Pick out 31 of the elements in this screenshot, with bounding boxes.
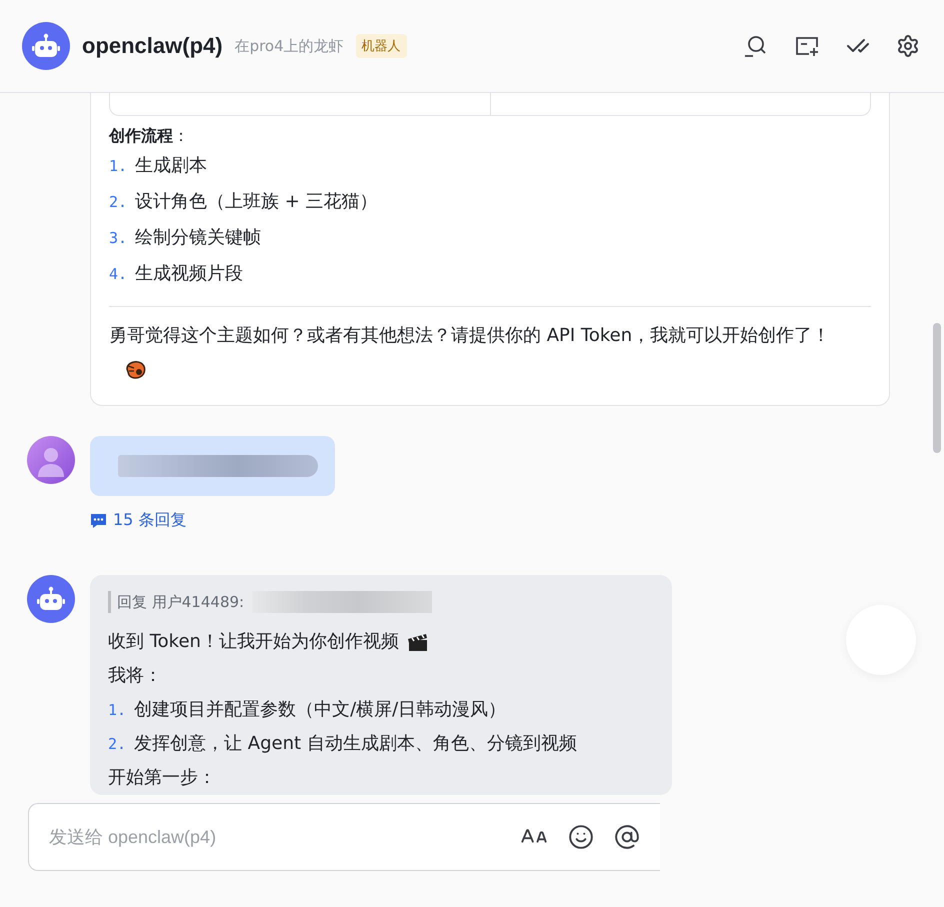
step-number: 2. (108, 734, 126, 755)
quote-text: 回复 用户414489: (117, 592, 244, 612)
message-text: 开始第一步： (108, 766, 216, 790)
step-number: 1. (109, 156, 128, 177)
step-number: 3. (109, 228, 128, 249)
replies-link[interactable]: 15 条回复 (90, 510, 186, 531)
closing-text: 勇哥觉得这个主题如何？或者有其他想法？请提供你的 API Token，我就可以开始创作了！ (109, 319, 871, 387)
bot-badge: 机器人 (356, 34, 407, 58)
chat-title: openclaw(p4) (82, 33, 223, 59)
section-heading: 创作流程： (109, 125, 190, 147)
robot-icon (32, 33, 60, 59)
step-text: 绘制分镜关键帧 (135, 226, 262, 250)
chat-subtitle: 在pro4上的龙虾 (234, 36, 344, 56)
step-number: 2. (109, 192, 128, 213)
message-text: 我将： (108, 664, 162, 688)
emoji-button[interactable] (566, 822, 596, 852)
robot-icon (37, 586, 65, 612)
settings-icon (896, 34, 920, 58)
step-text: 生成剧本 (135, 154, 208, 178)
step-number: 1. (108, 700, 126, 721)
comment-icon (90, 512, 107, 528)
step-text: 创建项目并配置参数（中文/横屏/日韩动漫风） (134, 698, 506, 722)
step-text: 生成视频片段 (135, 262, 244, 286)
clapperboard-icon (406, 632, 429, 652)
message-input[interactable]: 发送给 openclaw(p4) (47, 826, 502, 848)
step-text: 发挥创意，让 Agent 自动生成剧本、角色、分镜到视频 (134, 732, 577, 756)
message-text: 收到 Token！让我开始为你创作视频 (108, 630, 399, 654)
scrollbar-thumb[interactable] (933, 323, 941, 453)
step-number: 4. (109, 264, 128, 285)
mention-button[interactable] (612, 822, 642, 852)
step-text: 设计角色（上班族 + 三花猫） (135, 190, 378, 214)
